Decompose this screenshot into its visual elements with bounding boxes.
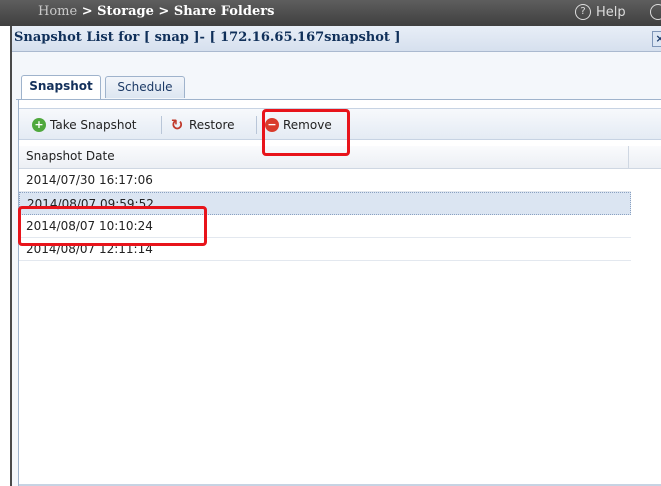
logout-icon[interactable] <box>650 4 661 20</box>
toolbar-separator <box>161 116 162 134</box>
restore-icon: ↻ <box>170 116 184 134</box>
close-icon[interactable]: × <box>652 31 661 47</box>
tab-strip: Snapshot Schedule <box>16 74 661 100</box>
breadcrumb-share-folders: Share Folders <box>173 4 275 19</box>
breadcrumb-storage[interactable]: Storage <box>97 4 154 19</box>
remove-label: Remove <box>283 118 332 132</box>
snapshot-panel: + Take Snapshot ↻ Restore − Remove Snaps… <box>18 100 661 486</box>
column-divider <box>628 146 629 168</box>
window-title: Snapshot List for [ snap ]- [ 172.16.65.… <box>14 30 401 45</box>
table-row[interactable]: 2014/07/30 16:17:06 <box>19 169 631 192</box>
snapshot-list-window: Snapshot List for [ snap ]- [ 172.16.65.… <box>10 26 661 486</box>
take-snapshot-label: Take Snapshot <box>50 118 137 132</box>
help-button[interactable]: ? Help <box>575 4 626 20</box>
restore-label: Restore <box>189 118 235 132</box>
table-row[interactable]: 2014/08/07 12:11:14 <box>19 238 631 261</box>
breadcrumb-separator: > <box>81 4 93 19</box>
breadcrumb-home[interactable]: Home <box>38 4 77 19</box>
tab-snapshot[interactable]: Snapshot <box>21 75 101 99</box>
restore-button[interactable]: ↻ Restore <box>169 116 235 134</box>
toolbar: + Take Snapshot ↻ Restore − Remove <box>19 108 661 140</box>
window-titlebar: Snapshot List for [ snap ]- [ 172.16.65.… <box>12 26 661 52</box>
column-header-snapshot-date[interactable]: Snapshot Date <box>26 149 115 163</box>
table-row[interactable]: 2014/08/07 10:10:24 <box>19 215 631 238</box>
table-row-selected[interactable]: 2014/08/07 09:59:52 <box>19 192 631 215</box>
remove-button[interactable]: − Remove <box>265 116 332 134</box>
take-snapshot-button[interactable]: + Take Snapshot <box>32 116 137 134</box>
help-label: Help <box>596 4 626 20</box>
grid-header: Snapshot Date <box>19 146 661 169</box>
help-icon: ? <box>575 4 591 20</box>
toolbar-separator <box>256 116 257 134</box>
tab-schedule[interactable]: Schedule <box>105 76 185 98</box>
top-nav-bar: Home > Storage > Share Folders ? Help <box>0 0 661 26</box>
breadcrumb: Home > Storage > Share Folders <box>38 4 274 19</box>
breadcrumb-separator: > <box>158 4 170 19</box>
remove-icon: − <box>265 118 279 132</box>
add-icon: + <box>32 118 46 132</box>
